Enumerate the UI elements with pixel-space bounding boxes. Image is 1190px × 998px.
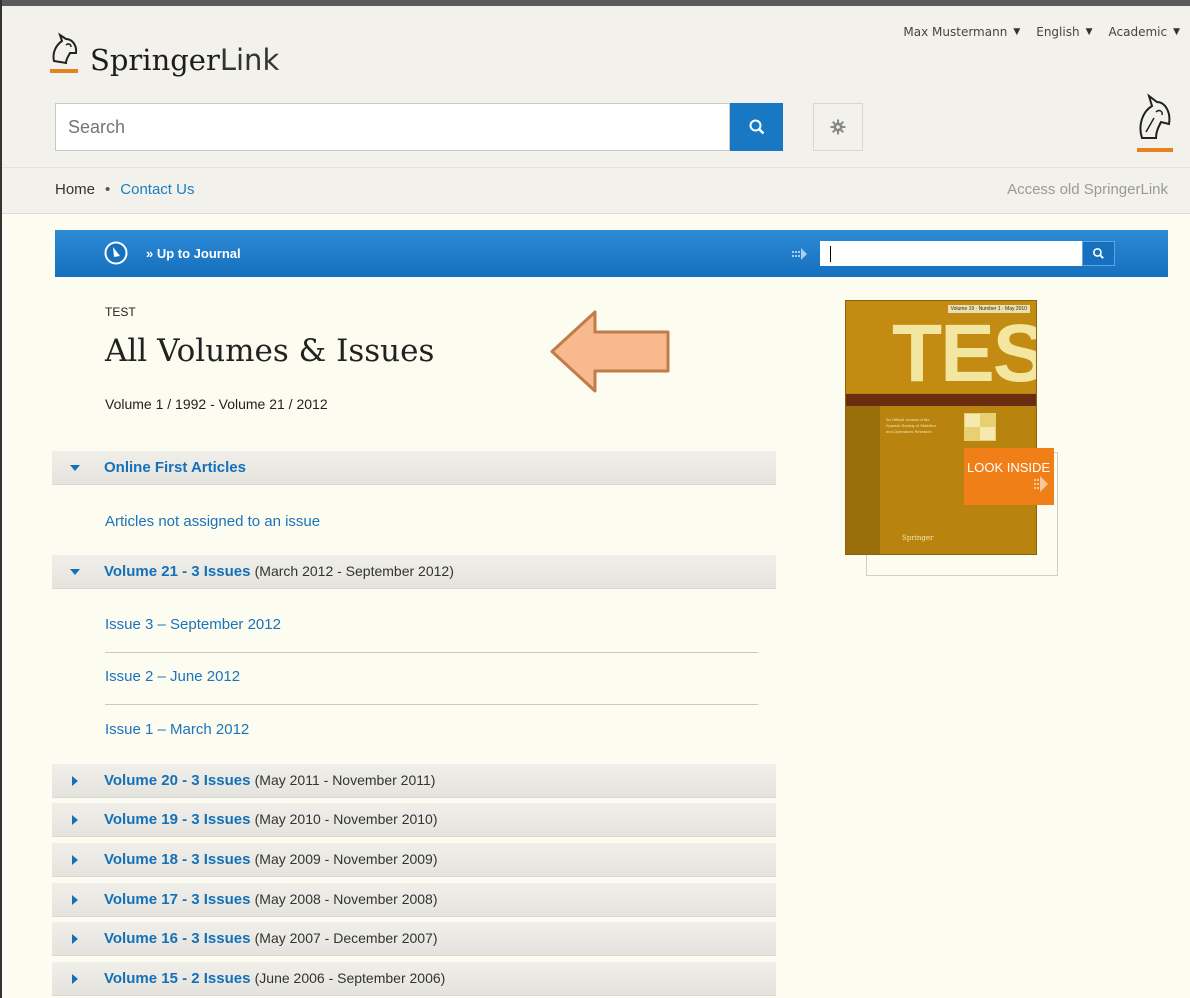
search-input[interactable]	[55, 103, 730, 151]
accordion-title: Volume 17 - 3 Issues (May 2008 - Novembe…	[104, 891, 438, 908]
triangle-down-icon	[70, 465, 80, 471]
gear-icon	[830, 119, 846, 135]
horse-logo-icon	[50, 32, 78, 73]
issue-divider	[105, 652, 758, 653]
audience-menu[interactable]: Academic ▼	[1109, 25, 1181, 39]
volume-date-range: (May 2007 - December 2007)	[254, 930, 438, 946]
springer-horse-icon	[1137, 93, 1173, 152]
accordion-title: Volume 16 - 3 Issues (May 2007 - Decembe…	[104, 930, 438, 947]
volume-title: Volume 16 - 3 Issues	[104, 930, 251, 947]
old-springerlink-link[interactable]: Access old SpringerLink	[1007, 181, 1168, 198]
accordion-title: Online First Articles	[104, 459, 246, 476]
accordion-online-first[interactable]: Online First Articles	[52, 451, 776, 485]
accordion-volume-18[interactable]: Volume 18 - 3 Issues (May 2009 - Novembe…	[52, 843, 776, 877]
volume-title: Volume 15 - 2 Issues	[104, 970, 251, 987]
cover-band	[846, 394, 1036, 406]
triangle-right-icon	[72, 815, 78, 825]
text-cursor	[830, 246, 831, 262]
cover-subtitle: An Official Journal of the Spanish Socie…	[886, 417, 937, 434]
look-inside-button[interactable]: LOOK INSIDE	[964, 448, 1054, 505]
accordion-volume-20[interactable]: Volume 20 - 3 Issues (May 2011 - Novembe…	[52, 764, 776, 798]
up-to-journal-link[interactable]: » Up to Journal	[146, 246, 241, 261]
logo-text: SpringerLink	[90, 43, 279, 77]
volume-title: Volume 19 - 3 Issues	[104, 811, 251, 828]
search-icon	[749, 119, 764, 135]
accordion-title: Volume 15 - 2 Issues (June 2006 - Septem…	[104, 970, 445, 987]
nav-bar: Home • Contact Us Access old SpringerLin…	[2, 167, 1190, 214]
accordion-volume-21[interactable]: Volume 21 - 3 Issues (March 2012 - Septe…	[52, 555, 776, 589]
caret-down-icon: ▼	[1013, 27, 1021, 37]
volume-date-range: (May 2008 - November 2008)	[254, 891, 438, 907]
volume-title: Volume 20 - 3 Issues	[104, 772, 251, 789]
caret-down-icon: ▼	[1085, 27, 1093, 37]
nav-home-link[interactable]: Home	[55, 181, 95, 198]
nav-contact-link[interactable]: Contact Us	[120, 181, 194, 198]
accordion-title: Volume 19 - 3 Issues (May 2010 - Novembe…	[104, 811, 438, 828]
caret-down-icon: ▼	[1173, 27, 1180, 37]
journal-search-button[interactable]	[1082, 241, 1115, 266]
volume-date-range: (March 2012 - September 2012)	[254, 563, 454, 579]
springerlink-logo[interactable]: SpringerLink	[46, 31, 279, 77]
look-inside-label: LOOK INSIDE	[967, 460, 1051, 475]
triangle-right-icon	[72, 855, 78, 865]
volume-date-range: (May 2009 - November 2009)	[254, 851, 438, 867]
cover-title: TEST	[892, 308, 1036, 399]
issue-link[interactable]: Issue 1 – March 2012	[105, 721, 249, 738]
accordion-volume-15[interactable]: Volume 15 - 2 Issues (June 2006 - Septem…	[52, 962, 776, 996]
accordion-volume-16[interactable]: Volume 16 - 3 Issues (May 2007 - Decembe…	[52, 922, 776, 956]
triangle-down-icon	[70, 569, 80, 575]
search-button[interactable]	[730, 103, 783, 151]
compass-icon[interactable]	[104, 241, 128, 265]
breadcrumb: Home • Contact Us	[55, 181, 194, 198]
volume-title: Volume 21 - 3 Issues	[104, 563, 251, 580]
triangle-right-icon	[72, 895, 78, 905]
issue-divider	[105, 704, 758, 705]
user-name: Max Mustermann	[903, 25, 1008, 39]
volume-date-range: (May 2011 - November 2011)	[254, 772, 436, 788]
issue-link[interactable]: Issue 2 – June 2012	[105, 668, 240, 685]
search-icon	[1093, 248, 1104, 259]
volume-title: Volume 18 - 3 Issues	[104, 851, 251, 868]
accordion-title: Volume 18 - 3 Issues (May 2009 - Novembe…	[104, 851, 438, 868]
journal-label: TEST	[105, 305, 136, 319]
cover-sidebar	[846, 406, 880, 554]
user-account-menu[interactable]: Max Mustermann ▼	[903, 25, 1020, 39]
accordion-volume-17[interactable]: Volume 17 - 3 Issues (May 2008 - Novembe…	[52, 883, 776, 917]
language-label: English	[1036, 25, 1080, 39]
language-menu[interactable]: English ▼	[1036, 25, 1092, 39]
left-arrow-callout-icon	[550, 310, 670, 393]
journal-cover-image[interactable]: Volume 19 · Number 1 · May 2010 TEST An …	[845, 300, 1037, 555]
search-settings-button[interactable]	[813, 103, 863, 151]
accordion-title: Volume 20 - 3 Issues (May 2011 - Novembe…	[104, 772, 435, 789]
nav-separator: •	[105, 181, 111, 198]
dotted-arrow-icon	[792, 248, 807, 260]
logo-suffix: Link	[219, 43, 280, 77]
journal-toolbar: » Up to Journal	[55, 230, 1168, 277]
accordion-title: Volume 21 - 3 Issues (March 2012 - Septe…	[104, 563, 454, 580]
triangle-right-icon	[72, 974, 78, 984]
volume-title: Volume 17 - 3 Issues	[104, 891, 251, 908]
triangle-right-icon	[72, 934, 78, 944]
seio-logo-icon	[964, 413, 996, 441]
volume-date-range: (May 2010 - November 2010)	[254, 811, 438, 827]
logo-brand: Springer	[90, 43, 220, 77]
site-header: SpringerLink Max Mustermann ▼ English ▼ …	[2, 6, 1190, 167]
triangle-right-icon	[72, 776, 78, 786]
journal-search-input[interactable]	[820, 241, 1082, 266]
volume-date-range: (June 2006 - September 2006)	[254, 970, 446, 986]
online-first-link[interactable]: Articles not assigned to an issue	[105, 513, 320, 530]
user-menu-bar: Max Mustermann ▼ English ▼ Academic ▼	[903, 25, 1180, 39]
cover-publisher: Springer	[902, 534, 934, 542]
dotted-arrow-icon	[1034, 476, 1048, 492]
audience-label: Academic	[1108, 25, 1168, 39]
page-title: All Volumes & Issues	[105, 333, 435, 369]
issue-link[interactable]: Issue 3 – September 2012	[105, 616, 281, 633]
accordion-volume-19[interactable]: Volume 19 - 3 Issues (May 2010 - Novembe…	[52, 803, 776, 837]
volume-range: Volume 1 / 1992 - Volume 21 / 2012	[105, 396, 328, 412]
